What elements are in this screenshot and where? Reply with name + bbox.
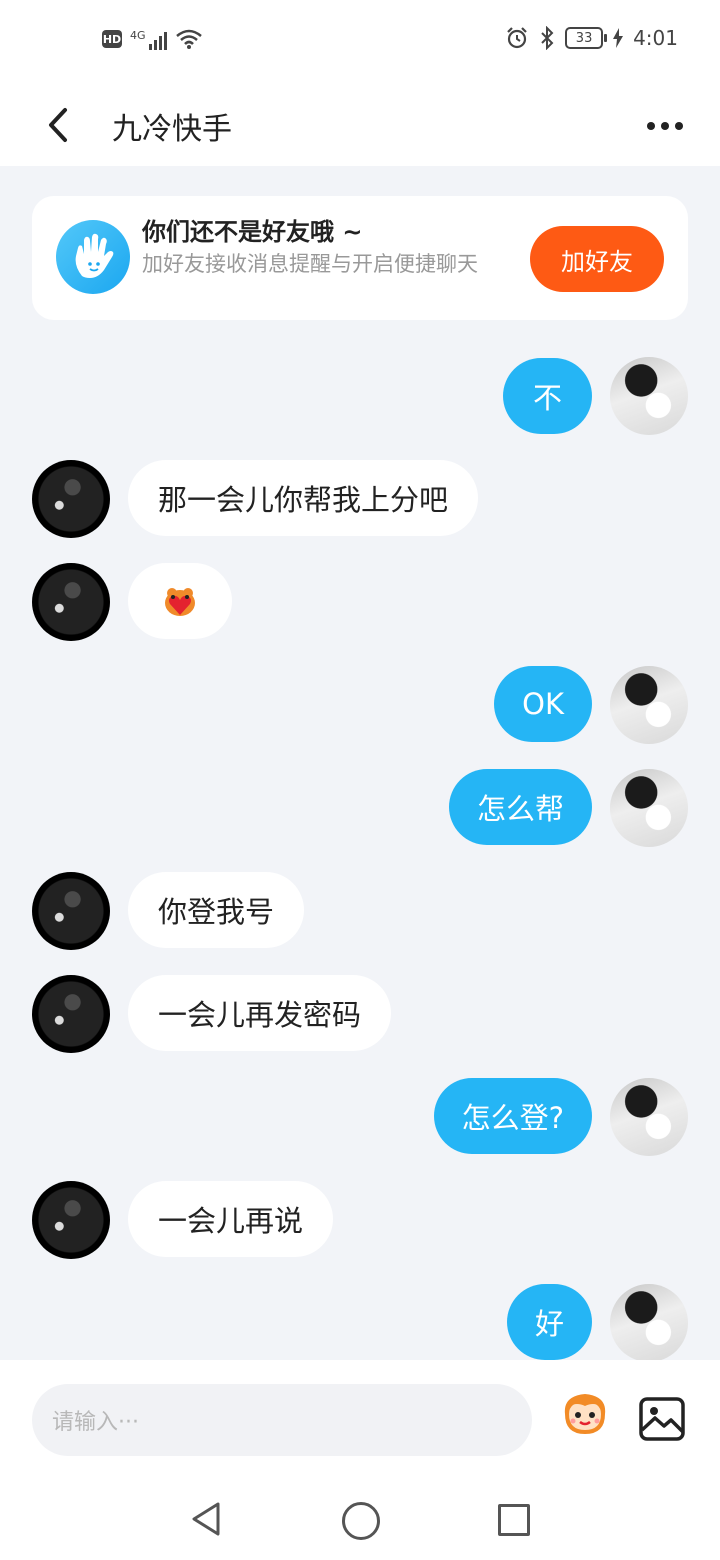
add-friend-button[interactable]: 加好友 (530, 226, 664, 292)
network-type: 4G (130, 29, 146, 42)
friend-avatar[interactable] (32, 563, 110, 641)
hd-badge: HD (102, 30, 122, 48)
image-icon (639, 1397, 685, 1441)
input-bar: 请输入··· (0, 1360, 720, 1460)
charging-icon (613, 28, 624, 48)
status-left: HD 4G (102, 28, 203, 50)
input-placeholder: 请输入··· (52, 1410, 139, 1435)
gallery-button[interactable] (638, 1396, 686, 1442)
self-avatar[interactable] (610, 666, 688, 744)
message-bubble-incoming[interactable]: 一会儿再说 (128, 1181, 334, 1257)
dot-icon (647, 122, 655, 130)
message-bubble-outgoing[interactable]: 怎么登? (433, 1078, 592, 1154)
message-text: 你登我号 (158, 895, 275, 929)
notice-title: 你们还不是好友哦 ~ (142, 218, 363, 246)
nav-recent-apps-icon[interactable] (498, 1504, 530, 1536)
message-bubble-incoming[interactable]: 你登我号 (128, 872, 305, 948)
friend-avatar[interactable] (32, 460, 110, 538)
alarm-icon (507, 27, 527, 49)
wave-hand-icon (56, 220, 130, 294)
clock-time: 4:01 (633, 26, 678, 50)
battery-indicator: 33 (565, 27, 608, 49)
notice-description: 加好友接收消息提醒与开启便捷聊天 (142, 252, 478, 276)
message-bubble-outgoing[interactable]: 不 (502, 358, 592, 434)
page-title: 九冷快手 (112, 112, 232, 147)
message-text: 怎么帮 (476, 792, 564, 826)
message-text: 一会儿再发密码 (158, 998, 362, 1032)
dot-icon (675, 122, 683, 130)
wifi-icon (175, 29, 202, 49)
system-nav-bar (0, 1460, 720, 1560)
message-bubble-incoming[interactable] (128, 563, 232, 639)
status-right: 33 4:01 (505, 26, 678, 50)
nav-home-icon[interactable] (342, 1502, 380, 1540)
self-avatar[interactable] (610, 1078, 688, 1156)
message-text: 怎么登? (461, 1101, 564, 1135)
message-bubble-outgoing[interactable]: OK (494, 666, 592, 742)
bluetooth-icon (541, 26, 554, 50)
message-text: OK (522, 687, 564, 721)
message-bubble-outgoing[interactable]: 怎么帮 (448, 769, 592, 845)
message-text: 不 (532, 381, 562, 415)
self-avatar[interactable] (610, 769, 688, 847)
friend-notice-card: 你们还不是好友哦 ~ 加好友接收消息提醒与开启便捷聊天 加好友 (32, 196, 688, 320)
emoji-button[interactable] (555, 1384, 615, 1444)
message-bubble-incoming[interactable]: 那一会儿你帮我上分吧 (128, 460, 479, 536)
nav-back-icon[interactable] (188, 1500, 226, 1538)
self-avatar[interactable] (610, 357, 688, 435)
emoji-icon (564, 1394, 606, 1434)
message-input[interactable]: 请输入··· (32, 1384, 532, 1456)
signal-icon: 4G (130, 28, 167, 50)
message-bubble-outgoing[interactable]: 好 (506, 1284, 592, 1360)
self-avatar[interactable] (610, 1284, 688, 1362)
friend-avatar[interactable] (32, 872, 110, 950)
message-text: 一会儿再说 (158, 1204, 304, 1238)
back-button[interactable] (36, 96, 80, 154)
status-bar: HD 4G 33 4:01 (0, 0, 720, 84)
message-text: 那一会儿你帮我上分吧 (158, 483, 449, 517)
more-options-button[interactable] (640, 106, 690, 146)
chevron-left-icon (49, 108, 67, 142)
dot-icon (661, 122, 669, 130)
friend-avatar[interactable] (32, 1181, 110, 1259)
message-bubble-incoming[interactable]: 一会儿再发密码 (128, 975, 392, 1051)
chat-header: 九冷快手 (0, 84, 720, 166)
message-text: 好 (534, 1307, 564, 1341)
red-heart-sticker-icon (165, 588, 195, 616)
friend-avatar[interactable] (32, 975, 110, 1053)
